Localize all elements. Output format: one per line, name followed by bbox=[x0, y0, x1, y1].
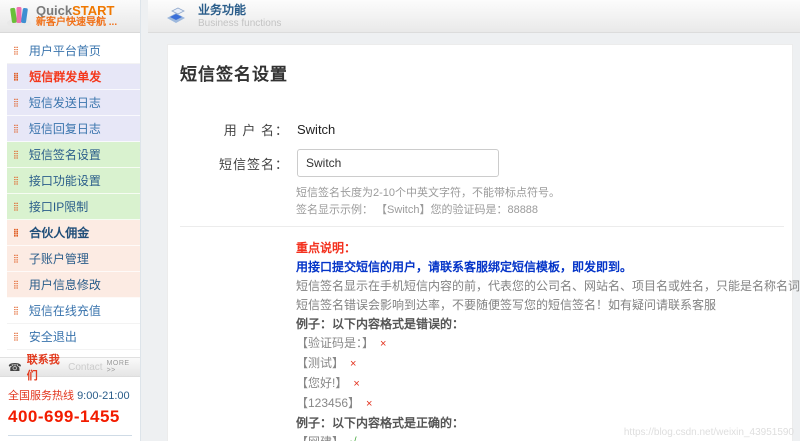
main-content-panel: 短信签名设置 用 户 名： Switch 短信签名： 短信签名长度为2-10个中… bbox=[167, 44, 800, 441]
wrong-example-item: 【验证码是：】 × bbox=[296, 334, 800, 354]
sidebar-item-signature-settings[interactable]: ⣿ 短信签名设置 bbox=[7, 142, 140, 168]
sidebar-item-label: 短信群发单发 bbox=[29, 70, 102, 84]
grid-bullet-icon: ⣿ bbox=[13, 175, 19, 185]
grid-bullet-icon: ⣿ bbox=[13, 71, 20, 81]
notes-subheading: 用接口提交短信的用户，请联系客服绑定短信模板，即发即到。 bbox=[296, 260, 633, 274]
sidebar-item-logout[interactable]: ⣿ 安全退出 bbox=[7, 324, 140, 350]
contact-title-en: Contact bbox=[68, 361, 103, 373]
blue-box-icon bbox=[167, 7, 185, 23]
hotline-number: 400-699-1455 bbox=[8, 407, 120, 426]
sidebar-item-label: 安全退出 bbox=[28, 330, 77, 344]
grid-bullet-icon: ⣿ bbox=[13, 331, 19, 341]
topbar-text: 业务功能 Business functions bbox=[198, 3, 281, 28]
topbar-title: 业务功能 bbox=[198, 3, 247, 18]
grid-bullet-icon: ⣿ bbox=[13, 253, 19, 263]
contact-title: 联系我们 bbox=[26, 354, 60, 382]
cross-mark-icon: × bbox=[353, 378, 360, 390]
logo-text: QuickSTART 新客户快速导航 ... bbox=[36, 4, 117, 28]
sidebar-item-reply-log[interactable]: ⣿ 短信回复日志 bbox=[7, 116, 140, 142]
logo-bar: QuickSTART 新客户快速导航 ... bbox=[0, 0, 140, 33]
right-example-text: 【网建】 bbox=[296, 435, 344, 441]
notes-paragraph-2: 短信签名错误会影响到达率，不要随便签写您的短信签名！如有疑问请联系客服 bbox=[296, 298, 717, 312]
wrong-example-item: 【您好!】 × bbox=[296, 374, 800, 394]
sidebar-item-label: 接口功能设置 bbox=[28, 174, 101, 188]
grid-bullet-icon: ⣿ bbox=[13, 97, 19, 107]
wrong-example-text: 【123456】 bbox=[296, 396, 361, 410]
signature-input[interactable] bbox=[297, 149, 499, 177]
signature-hint-length: 短信签名长度为2-10个中英文字符，不能带标点符号。 bbox=[296, 187, 561, 199]
logo-subtitle: 新客户快速导航 ... bbox=[36, 16, 118, 28]
username-label: 用 户 名： bbox=[223, 123, 289, 138]
sidebar-item-sms-bulk-send[interactable]: ⣿ 短信群发单发 bbox=[7, 64, 140, 90]
sidebar-item-api-settings[interactable]: ⣿ 接口功能设置 bbox=[7, 168, 140, 194]
contact-body: 全国服务热线 9:00-21:00 400-699-1455 在线企业QQ： 4… bbox=[0, 377, 140, 441]
grid-bullet-icon: ⣿ bbox=[13, 123, 19, 133]
topbar: 业务功能 Business functions bbox=[148, 0, 800, 33]
hotline-hours: 9:00-21:00 bbox=[77, 390, 130, 402]
signature-label: 短信签名： bbox=[218, 156, 289, 172]
hotline-line: 全国服务热线 9:00-21:00 bbox=[8, 387, 132, 403]
grid-bullet-icon: ⣿ bbox=[13, 305, 19, 315]
grid-bullet-icon: ⣿ bbox=[13, 149, 19, 159]
sidebar-item-user-info-edit[interactable]: ⣿ 用户信息修改 bbox=[7, 272, 140, 298]
notes-heading: 重点说明： bbox=[296, 241, 357, 255]
sidebar-item-label: 短信在线充值 bbox=[28, 304, 101, 318]
sidebar-item-label: 接口IP限制 bbox=[28, 200, 89, 214]
sidebar-item-label: 短信签名设置 bbox=[28, 148, 101, 162]
cross-mark-icon: × bbox=[380, 338, 387, 350]
logo-title-orange: START bbox=[72, 2, 115, 18]
sidebar-item-send-log[interactable]: ⣿ 短信发送日志 bbox=[7, 90, 140, 116]
telephone-icon: ☎ bbox=[8, 361, 22, 374]
username-value: Switch bbox=[297, 122, 336, 137]
sidebar-item-user-home[interactable]: ⣿ 用户平台首页 bbox=[7, 38, 140, 64]
sidebar-item-label: 短信发送日志 bbox=[28, 96, 101, 110]
sidebar-item-label: 短信回复日志 bbox=[28, 122, 101, 136]
signature-hint-example: 签名显示示例： 【Switch】您的验证码是：88888 bbox=[296, 204, 539, 216]
logo-title: QuickSTART bbox=[36, 4, 117, 18]
wrong-example-text: 【测试】 bbox=[296, 356, 345, 370]
sidebar-item-label: 合伙人佣金 bbox=[29, 226, 90, 240]
cross-mark-icon: × bbox=[366, 398, 373, 410]
cross-mark-icon: × bbox=[350, 358, 357, 370]
contact-section: ☎ 联系我们 Contact MORE >> 全国服务热线 9:00-21:00… bbox=[0, 354, 140, 441]
hotline-label: 全国服务热线 bbox=[8, 390, 74, 402]
sidebar-item-label: 子账户管理 bbox=[28, 252, 89, 266]
page-title: 短信签名设置 bbox=[180, 65, 288, 84]
wrong-examples-heading: 例子：以下内容格式是错误的： bbox=[296, 317, 465, 331]
books-icon bbox=[7, 7, 31, 28]
grid-bullet-icon: ⣿ bbox=[13, 227, 20, 237]
check-mark-icon: √ bbox=[350, 435, 357, 441]
grid-bullet-icon: ⣿ bbox=[13, 201, 19, 211]
notes-paragraph-1: 短信签名显示在手机短信内容的前，代表您的公司名、网站名、项目名或姓名，只能是名称… bbox=[296, 279, 800, 293]
sidebar-item-label: 用户平台首页 bbox=[28, 44, 101, 58]
sidebar: QuickSTART 新客户快速导航 ... ⣿ 用户平台首页 ⣿ 短信群发单发 ⣿… bbox=[0, 0, 141, 441]
contact-header: ☎ 联系我们 Contact MORE >> bbox=[0, 354, 140, 382]
page: QuickSTART 新客户快速导航 ... ⣿ 用户平台首页 ⣿ 短信群发单发 ⣿… bbox=[0, 0, 800, 441]
watermark: https://blog.csdn.net/weixin_43951590 bbox=[623, 427, 794, 438]
contact-more-link[interactable]: MORE >> bbox=[107, 360, 136, 374]
topbar-subtitle: Business functions bbox=[198, 17, 282, 29]
sidebar-item-label: 用户信息修改 bbox=[28, 278, 101, 292]
logo-title-gray: Quick bbox=[36, 2, 73, 18]
sidebar-item-subaccount-management[interactable]: ⣿ 子账户管理 bbox=[7, 246, 140, 272]
contact-divider bbox=[8, 435, 132, 436]
wrong-example-item: 【测试】 × bbox=[296, 354, 800, 374]
sidebar-item-api-ip-limit[interactable]: ⣿ 接口IP限制 bbox=[7, 194, 140, 220]
wrong-example-text: 【您好!】 bbox=[296, 376, 348, 390]
sidebar-item-partner-commission[interactable]: ⣿ 合伙人佣金 bbox=[7, 220, 140, 246]
content-divider bbox=[180, 226, 784, 227]
wrong-example-text: 【验证码是：】 bbox=[296, 336, 375, 350]
grid-bullet-icon: ⣿ bbox=[13, 279, 19, 289]
sidebar-item-online-recharge[interactable]: ⣿ 短信在线充值 bbox=[7, 298, 140, 324]
notes-section: 重点说明： 用接口提交短信的用户，请联系客服绑定短信模板，即发即到。 短信签名显… bbox=[296, 239, 800, 441]
wrong-example-item: 【123456】 × bbox=[296, 394, 800, 414]
sidebar-menu: ⣿ 用户平台首页 ⣿ 短信群发单发 ⣿ 短信发送日志 ⣿ 短信回复日志 ⣿ 短信签名设置 … bbox=[0, 33, 140, 350]
username-row: 用 户 名： Switch bbox=[168, 120, 336, 139]
signature-hints: 短信签名长度为2-10个中英文字符，不能带标点符号。 签名显示示例： 【Swit… bbox=[296, 185, 560, 219]
signature-row: 短信签名： bbox=[168, 149, 499, 177]
grid-bullet-icon: ⣿ bbox=[13, 45, 19, 55]
